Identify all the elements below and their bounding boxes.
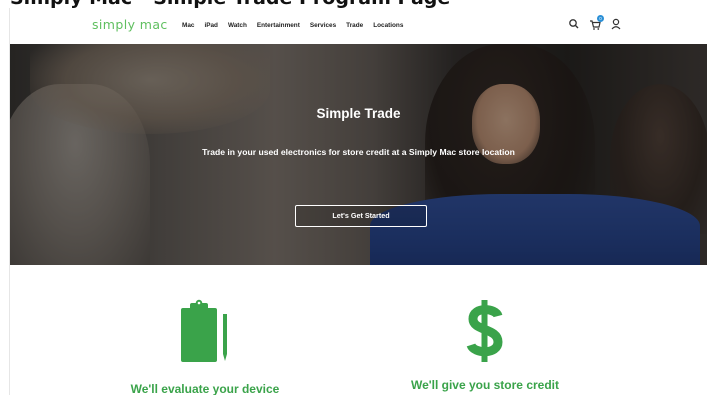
cart-icon[interactable]: 0	[589, 15, 604, 31]
browser-page: simply mac Mac iPad Watch Entertainment …	[9, 8, 707, 395]
search-icon[interactable]	[568, 17, 580, 31]
feature-evaluate: We'll evaluate your device	[100, 298, 310, 395]
main-nav: Mac iPad Watch Entertainment Services Tr…	[182, 22, 403, 29]
nav-item-entertainment[interactable]: Entertainment	[257, 22, 300, 29]
nav-item-trade[interactable]: Trade	[346, 22, 363, 29]
clipboard-icon	[181, 299, 227, 362]
header-icons: 0	[568, 15, 622, 31]
dollar-icon	[466, 300, 503, 362]
hero-title: Simple Trade	[316, 106, 401, 121]
hero-subtitle: Trade in your used electronics for store…	[202, 147, 515, 157]
feature-evaluate-label: We'll evaluate your device	[130, 382, 280, 395]
get-started-button[interactable]: Let's Get Started	[295, 205, 427, 227]
nav-item-ipad[interactable]: iPad	[204, 22, 218, 29]
user-icon[interactable]	[610, 17, 622, 31]
nav-item-services[interactable]: Services	[310, 22, 336, 29]
cart-count-badge: 0	[597, 15, 604, 22]
nav-item-watch[interactable]: Watch	[228, 22, 247, 29]
feature-credit-label: We'll give you store credit	[410, 378, 559, 392]
nav-item-mac[interactable]: Mac	[182, 22, 194, 29]
feature-credit: We'll give you store credit	[380, 298, 590, 392]
nav-item-locations[interactable]: Locations	[373, 22, 403, 29]
page-caption: Simply Mac - Simple Trade Program Page	[10, 0, 610, 8]
hero-banner: Simple Trade Trade in your used electron…	[10, 44, 707, 265]
site-logo[interactable]: simply mac	[92, 17, 168, 32]
site-header: simply mac Mac iPad Watch Entertainment …	[10, 8, 707, 44]
